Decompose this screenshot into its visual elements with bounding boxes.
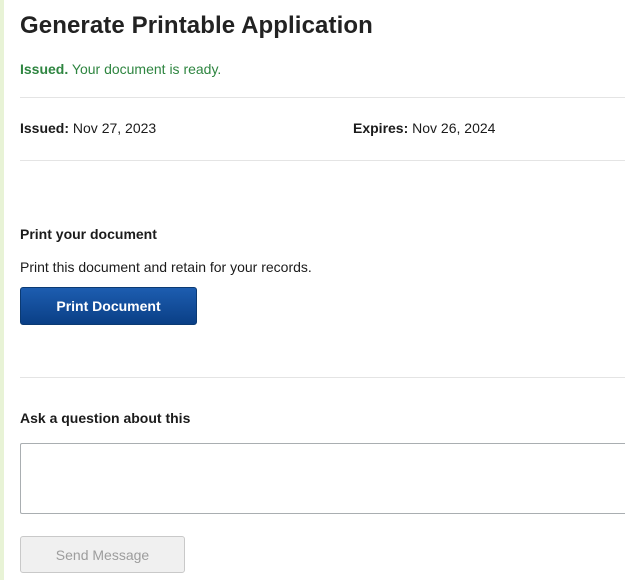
divider <box>20 160 625 161</box>
issued-value: Nov 27, 2023 <box>72 120 157 136</box>
issued-date: Issued: Nov 27, 2023 <box>20 120 156 136</box>
print-section-heading: Print your document <box>20 226 157 242</box>
send-message-button[interactable]: Send Message <box>20 536 185 573</box>
question-input[interactable] <box>20 443 625 514</box>
expires-date: Expires: Nov 26, 2024 <box>353 120 495 136</box>
issued-label: Issued: <box>20 120 70 136</box>
status-badge: Issued. <box>20 61 69 77</box>
expires-value: Nov 26, 2024 <box>412 120 496 136</box>
status-message: Issued. Your document is ready. <box>20 61 221 77</box>
page-title: Generate Printable Application <box>20 12 373 39</box>
question-section-heading: Ask a question about this <box>20 410 191 426</box>
status-text: Your document is ready. <box>71 61 222 77</box>
expires-label: Expires: <box>353 120 409 136</box>
print-section-description: Print this document and retain for your … <box>20 259 312 275</box>
divider <box>20 97 625 98</box>
print-document-button[interactable]: Print Document <box>20 287 197 325</box>
divider <box>20 377 625 378</box>
application-panel: Generate Printable Application Issued. Y… <box>4 0 625 580</box>
